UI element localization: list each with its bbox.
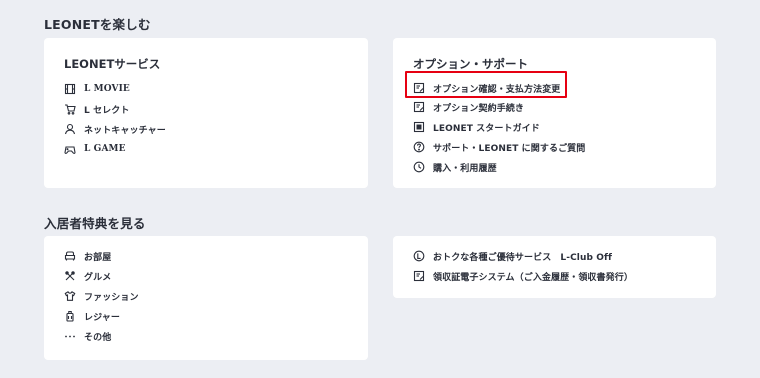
benefit-perks-card: おトクな各種ご優待サービス L-Club Off 領収証電子システム（ご入金履歴… — [393, 236, 716, 298]
edit-doc-icon — [413, 270, 425, 282]
support-item-start-guide[interactable]: LEONET スタートガイド — [413, 118, 540, 136]
section-title-enjoy: LEONETを楽しむ — [44, 17, 151, 32]
category-label-leisure: レジャー — [84, 312, 120, 323]
support-label-option-confirm: オプション確認・支払方法変更 — [433, 84, 561, 95]
more-icon — [64, 330, 76, 342]
edit-doc-icon — [413, 82, 425, 94]
options-support-title: オプション・サポート — [413, 57, 528, 71]
support-item-history[interactable]: 購入・利用履歴 — [413, 158, 497, 176]
category-item-gourmet[interactable]: グルメ — [64, 267, 111, 285]
service-label-l-game: L GAME — [84, 144, 126, 154]
user-icon — [64, 123, 76, 135]
cart-icon — [64, 103, 76, 115]
category-label-room: お部屋 — [84, 252, 112, 263]
support-item-option-confirm[interactable]: オプション確認・支払方法変更 — [413, 79, 560, 97]
service-label-l-movie: L MOVIE — [84, 84, 130, 94]
service-label-l-select: L セレクト — [84, 105, 130, 116]
support-item-faq[interactable]: サポート・LEONET に関するご質問 — [413, 138, 585, 156]
cutlery-icon — [64, 270, 76, 282]
perk-item-receipt-system[interactable]: 領収証電子システム（ご入金履歴・領収書発行） — [413, 267, 633, 285]
leonet-services-title: LEONETサービス — [64, 57, 161, 71]
category-item-fashion[interactable]: ファッション — [64, 287, 139, 305]
clock-icon — [413, 161, 425, 173]
category-item-other[interactable]: その他 — [64, 327, 111, 345]
l-circle-icon — [413, 250, 425, 262]
film-icon — [64, 83, 76, 95]
perk-label-l-club-off: おトクな各種ご優待サービス L-Club Off — [433, 252, 613, 263]
service-item-l-game[interactable]: L GAME — [64, 140, 126, 158]
perk-label-receipt-system: 領収証電子システム（ご入金履歴・領収書発行） — [433, 272, 633, 283]
support-label-start-guide: LEONET スタートガイド — [433, 123, 540, 134]
category-label-other: その他 — [84, 332, 112, 343]
category-label-gourmet: グルメ — [84, 272, 112, 283]
service-label-net-catcher: ネットキャッチャー — [84, 125, 166, 136]
category-item-room[interactable]: お部屋 — [64, 247, 111, 265]
guide-icon — [413, 121, 425, 133]
support-label-faq: サポート・LEONET に関するご質問 — [433, 143, 586, 154]
service-item-net-catcher[interactable]: ネットキャッチャー — [64, 120, 166, 138]
benefit-categories-card: お部屋 グルメ ファッション レジャー その他 — [44, 236, 368, 360]
leonet-services-card: LEONETサービス L MOVIE L セレクト ネットキャッチャー L GA… — [44, 38, 368, 188]
category-item-leisure[interactable]: レジャー — [64, 307, 120, 325]
edit-doc-icon — [413, 101, 425, 113]
gamepad-icon — [64, 143, 76, 155]
perk-item-l-club-off[interactable]: おトクな各種ご優待サービス L-Club Off — [413, 247, 612, 265]
service-item-l-movie[interactable]: L MOVIE — [64, 80, 130, 98]
options-support-card: オプション・サポート オプション確認・支払方法変更 オプション契約手続き LEO… — [393, 38, 716, 188]
support-label-option-contract: オプション契約手続き — [433, 103, 525, 114]
sofa-icon — [64, 250, 76, 262]
support-label-history: 購入・利用履歴 — [433, 163, 497, 174]
luggage-icon — [64, 310, 76, 322]
support-item-option-contract[interactable]: オプション契約手続き — [413, 98, 524, 116]
section-title-benefits: 入居者特典を見る — [44, 216, 146, 231]
service-item-l-select[interactable]: L セレクト — [64, 100, 129, 118]
question-icon — [413, 141, 425, 153]
shirt-icon — [64, 290, 76, 302]
category-label-fashion: ファッション — [84, 292, 139, 303]
